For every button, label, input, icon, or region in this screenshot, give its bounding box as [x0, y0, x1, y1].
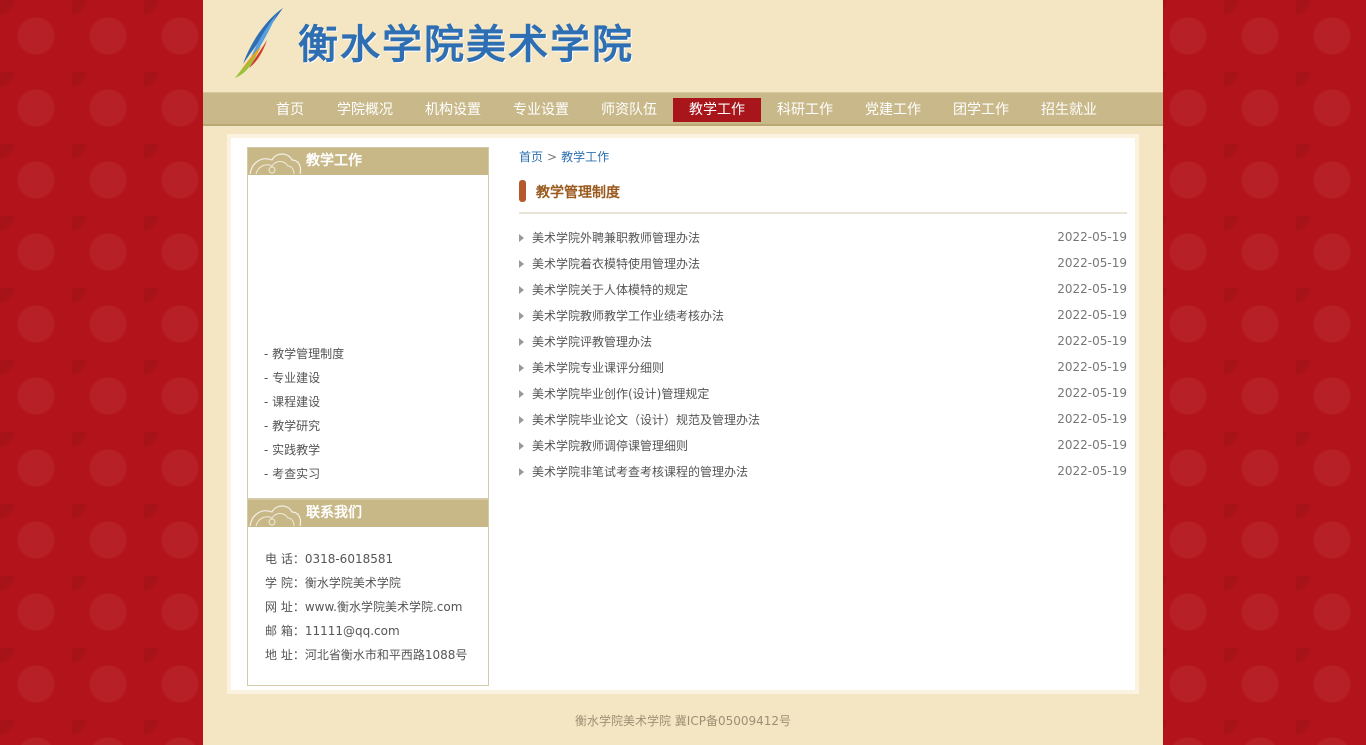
contact-phone: 电 话：0318-6018581	[265, 552, 394, 566]
article-date: 2022-05-19	[1057, 282, 1127, 296]
triangle-bullet-icon	[519, 286, 524, 294]
list-item[interactable]: 美术学院教师调停课管理细则 2022-05-19	[519, 433, 1127, 459]
site-header: 衡水学院美术学院	[203, 0, 1163, 90]
sidebar-link-course-building[interactable]: - 课程建设	[264, 390, 344, 414]
breadcrumb: 首页 > 教学工作	[519, 148, 609, 165]
list-item[interactable]: 美术学院关于人体模特的规定 2022-05-19	[519, 277, 1127, 303]
nav-item-research[interactable]: 科研工作	[771, 98, 839, 122]
list-item[interactable]: 美术学院毕业创作(设计)管理规定 2022-05-19	[519, 381, 1127, 407]
nav-item-admissions[interactable]: 招生就业	[1035, 98, 1103, 122]
nav-item-teaching[interactable]: 教学工作	[673, 98, 761, 122]
contact-website: 网 址：www.衡水学院美术学院.com	[265, 600, 463, 614]
sidebar-link-internship[interactable]: - 考查实习	[264, 462, 344, 486]
breadcrumb-current-link[interactable]: 教学工作	[561, 150, 609, 164]
site-title[interactable]: 衡水学院美术学院	[298, 12, 634, 70]
article-title[interactable]: 美术学院教师教学工作业绩考核办法	[532, 303, 724, 329]
triangle-bullet-icon	[519, 260, 524, 268]
contact-address: 地 址：河北省衡水市和平西路1088号	[265, 648, 468, 662]
sidebar-section-box: 教学工作 - 教学管理制度 - 专业建设 - 课程建设 - 教学研究 - 实践教…	[247, 147, 489, 499]
page-container: 衡水学院美术学院 首页 学院概况 机构设置 专业设置 师资队伍 教学工作 科研工…	[203, 0, 1163, 745]
nav-item-faculty[interactable]: 师资队伍	[595, 98, 663, 122]
triangle-bullet-icon	[519, 442, 524, 450]
triangle-bullet-icon	[519, 338, 524, 346]
article-title[interactable]: 美术学院毕业论文（设计）规范及管理办法	[532, 407, 760, 433]
article-date: 2022-05-19	[1057, 412, 1127, 426]
cloud-ornament-icon	[249, 505, 302, 527]
article-date: 2022-05-19	[1057, 464, 1127, 478]
list-item[interactable]: 美术学院毕业论文（设计）规范及管理办法 2022-05-19	[519, 407, 1127, 433]
article-date: 2022-05-19	[1057, 230, 1127, 244]
cloud-ornament-icon	[249, 153, 302, 175]
article-list: 美术学院外聘兼职教师管理办法 2022-05-19 美术学院着衣模特使用管理办法 2…	[519, 225, 1127, 485]
article-title[interactable]: 美术学院着衣模特使用管理办法	[532, 251, 700, 277]
contact-info: 电 话：0318-6018581 学 院：衡水学院美术学院 网 址：www.衡水…	[248, 527, 488, 667]
article-date: 2022-05-19	[1057, 334, 1127, 348]
section-heading-marker	[519, 180, 526, 202]
sidebar-link-teaching-rules[interactable]: - 教学管理制度	[264, 342, 344, 366]
article-date: 2022-05-19	[1057, 438, 1127, 452]
list-item[interactable]: 美术学院专业课评分细则 2022-05-19	[519, 355, 1127, 381]
triangle-bullet-icon	[519, 416, 524, 424]
sidebar-section-header: 教学工作	[248, 148, 488, 175]
article-date: 2022-05-19	[1057, 360, 1127, 374]
contact-box: 联系我们 电 话：0318-6018581 学 院：衡水学院美术学院 网 址：w…	[247, 499, 489, 686]
section-heading: 教学管理制度	[519, 178, 1127, 214]
breadcrumb-home-link[interactable]: 首页	[519, 150, 543, 164]
main-nav: 首页 学院概况 机构设置 专业设置 师资队伍 教学工作 科研工作 党建工作 团学…	[203, 92, 1163, 126]
article-date: 2022-05-19	[1057, 256, 1127, 270]
nav-item-majors[interactable]: 专业设置	[507, 98, 575, 122]
nav-item-about[interactable]: 学院概况	[331, 98, 399, 122]
sidebar-link-teaching-research[interactable]: - 教学研究	[264, 414, 344, 438]
list-item[interactable]: 美术学院外聘兼职教师管理办法 2022-05-19	[519, 225, 1127, 251]
nav-item-home[interactable]: 首页	[261, 98, 319, 122]
triangle-bullet-icon	[519, 468, 524, 476]
list-item[interactable]: 美术学院着衣模特使用管理办法 2022-05-19	[519, 251, 1127, 277]
contact-college: 学 院：衡水学院美术学院	[265, 576, 401, 590]
article-title[interactable]: 美术学院教师调停课管理细则	[532, 433, 688, 459]
section-heading-title: 教学管理制度	[536, 185, 620, 201]
nav-item-youth[interactable]: 团学工作	[947, 98, 1015, 122]
triangle-bullet-icon	[519, 390, 524, 398]
contact-header: 联系我们	[248, 500, 488, 527]
article-date: 2022-05-19	[1057, 308, 1127, 322]
article-title[interactable]: 美术学院关于人体模特的规定	[532, 277, 688, 303]
footer-copyright: 衡水学院美术学院 冀ICP备05009412号	[574, 714, 792, 728]
contact-title: 联系我们	[306, 505, 362, 521]
list-item[interactable]: 美术学院非笔试考查考核课程的管理办法 2022-05-19	[519, 459, 1127, 485]
breadcrumb-separator: >	[547, 150, 558, 164]
sidebar-link-practice[interactable]: - 实践教学	[264, 438, 344, 462]
list-item[interactable]: 美术学院教师教学工作业绩考核办法 2022-05-19	[519, 303, 1127, 329]
sidebar-link-major-building[interactable]: - 专业建设	[264, 366, 344, 390]
article-title[interactable]: 美术学院评教管理办法	[532, 329, 652, 355]
article-title[interactable]: 美术学院专业课评分细则	[532, 355, 664, 381]
brush-logo-icon[interactable]	[231, 6, 291, 80]
triangle-bullet-icon	[519, 234, 524, 242]
list-item[interactable]: 美术学院评教管理办法 2022-05-19	[519, 329, 1127, 355]
triangle-bullet-icon	[519, 312, 524, 320]
article-title[interactable]: 美术学院毕业创作(设计)管理规定	[532, 381, 709, 407]
content-panel: 教学工作 - 教学管理制度 - 专业建设 - 课程建设 - 教学研究 - 实践教…	[227, 134, 1139, 694]
nav-item-departments[interactable]: 机构设置	[419, 98, 487, 122]
sidebar-section-title: 教学工作	[306, 153, 362, 169]
article-date: 2022-05-19	[1057, 386, 1127, 400]
sidebar-link-list: - 教学管理制度 - 专业建设 - 课程建设 - 教学研究 - 实践教学 - 考…	[264, 342, 344, 486]
triangle-bullet-icon	[519, 364, 524, 372]
nav-item-party[interactable]: 党建工作	[859, 98, 927, 122]
article-title[interactable]: 美术学院非笔试考查考核课程的管理办法	[532, 459, 748, 485]
article-title[interactable]: 美术学院外聘兼职教师管理办法	[532, 225, 700, 251]
contact-email: 邮 箱：11111@qq.com	[265, 624, 400, 638]
